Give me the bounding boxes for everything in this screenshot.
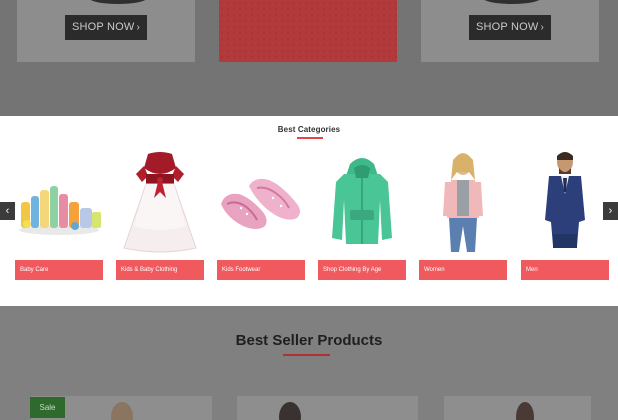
section-title: Best Categories [277, 125, 341, 134]
category-label: Women [419, 260, 507, 280]
shop-now-label: SHOP NOW [71, 21, 135, 33]
category-item-men[interactable]: Men [521, 146, 609, 280]
man-model-image [545, 152, 585, 248]
promo-texture-image [219, 0, 397, 62]
carousel-prev-button[interactable]: ‹ [0, 202, 15, 220]
baby-care-products-image [19, 186, 101, 235]
green-hoodie-image [332, 158, 392, 244]
sale-badge: Sale [30, 397, 65, 418]
shop-now-label: SHOP NOW [475, 21, 539, 33]
title-underline [283, 354, 330, 356]
product-card[interactable] [444, 396, 591, 420]
shop-now-button[interactable]: SHOP NOW › [469, 15, 551, 40]
product-image [516, 402, 534, 420]
promo-card-right: SHOP NOW › [421, 0, 599, 62]
category-label: Shop Clothing By Age [318, 260, 406, 280]
product-image [279, 402, 301, 420]
top-promo-banner: SHOP NOW › SHOP NOW › [0, 0, 618, 116]
promo-product-image [89, 0, 147, 4]
chevron-right-icon: › [540, 22, 545, 33]
promo-card-center [219, 0, 397, 62]
section-title: Best Seller Products [235, 332, 383, 349]
title-underline [297, 137, 323, 139]
category-item-women[interactable]: Women [419, 146, 507, 280]
category-label: Kids Footwear [217, 260, 305, 280]
category-item-kids-footwear[interactable]: Kids Footwear [217, 146, 305, 280]
promo-card-left: SHOP NOW › [17, 0, 195, 62]
product-image [111, 402, 133, 420]
woman-model-image [443, 153, 483, 252]
chevron-left-icon: ‹ [5, 205, 10, 217]
category-label: Men [521, 260, 609, 280]
pink-shoes-image [221, 178, 300, 229]
shop-now-button[interactable]: SHOP NOW › [65, 15, 147, 40]
chevron-right-icon: › [136, 22, 141, 33]
category-label: Baby Care [15, 260, 103, 280]
promo-product-image [483, 0, 541, 4]
best-categories-section: Best Categories ‹ › Baby Care Kids & Bab… [0, 116, 618, 306]
category-item-baby-care[interactable]: Baby Care [15, 146, 103, 280]
chevron-right-icon: › [608, 205, 613, 217]
category-item-kids-baby-clothing[interactable]: Kids & Baby Clothing [116, 146, 204, 280]
girls-dress-image [123, 152, 197, 253]
category-label: Kids & Baby Clothing [116, 260, 204, 280]
best-seller-section: Best Seller Products Sale [0, 306, 618, 420]
product-card[interactable] [237, 396, 418, 420]
category-item-shop-clothing-by-age[interactable]: Shop Clothing By Age [318, 146, 406, 280]
